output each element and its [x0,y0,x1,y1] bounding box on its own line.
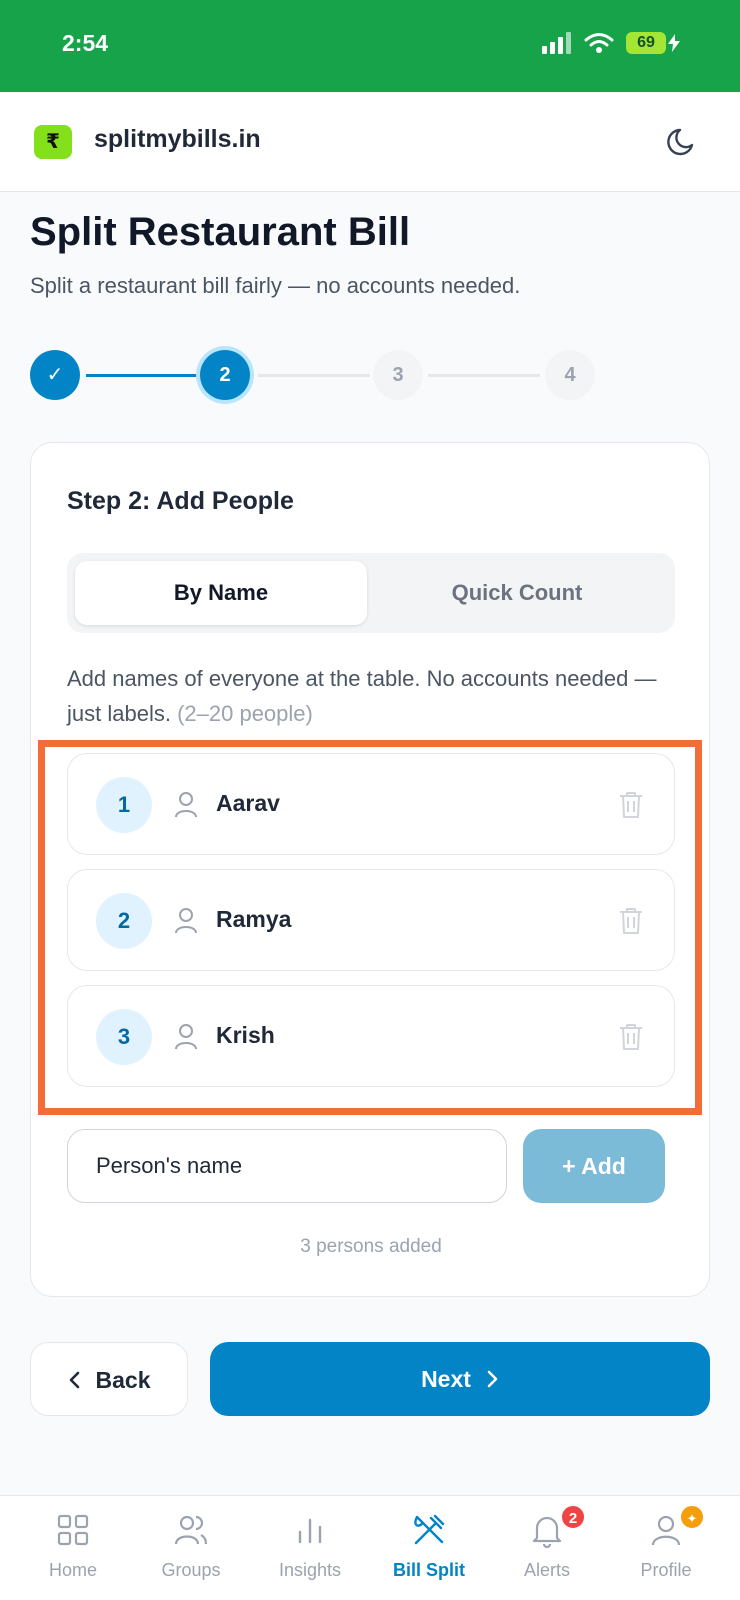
nav-insights[interactable]: Insights [251,1496,369,1600]
person-number: 3 [96,1009,152,1065]
step-3: 3 [373,350,423,400]
person-row: 1 Aarav [67,753,675,855]
person-icon [175,1024,197,1050]
nav-groups[interactable]: Groups [132,1496,250,1600]
nav-alerts[interactable]: 2 Alerts [488,1496,606,1600]
bottom-nav: Home Groups Insights Bill Split 2 Alerts [0,1495,740,1600]
trash-icon[interactable] [618,790,644,820]
alerts-badge: 2 [560,1504,586,1530]
next-button[interactable]: Next [210,1342,710,1416]
step-1-complete: ✓ [30,350,80,400]
back-button[interactable]: Back [30,1342,188,1416]
nav-label: Bill Split [393,1560,465,1580]
nav-label: Alerts [523,1560,570,1580]
chevron-right-icon [487,1370,498,1388]
grid-icon [57,1514,89,1546]
nav-label: Insights [278,1560,342,1580]
status-time: 2:54 [62,30,109,56]
person-number: 2 [96,893,152,949]
help-main: Add names of everyone at the table. No a… [67,666,657,726]
charging-icon [668,34,680,52]
wifi-icon [584,33,614,53]
step-4: 4 [545,350,595,400]
bar-chart-icon [298,1518,322,1544]
help-range: (2–20 people) [177,701,313,726]
chevron-left-icon [69,1371,79,1389]
nav-profile[interactable]: ✦ Profile [607,1496,725,1600]
status-bar: 2:54 69 [0,0,740,92]
nav-label: Home [48,1560,97,1580]
page-title: Split Restaurant Bill [30,210,411,254]
system-icons: 69 [542,32,680,54]
page-subtitle: Split a restaurant bill fairly — no acco… [30,273,521,298]
tab-by-name[interactable]: By Name [75,561,367,625]
site-name[interactable]: splitmybills.in [94,125,261,154]
moon-icon[interactable] [666,124,700,158]
nav-label: Groups [161,1560,221,1580]
person-row: 3 Krish [67,985,675,1087]
app-header: ₹ splitmybills.in [0,92,740,192]
progress-stepper: ✓ 2 3 4 [30,348,600,404]
trash-icon[interactable] [618,1022,644,1052]
add-people-card: Step 2: Add People By Name Quick Count A… [30,442,710,1297]
battery-level: 69 [626,32,666,54]
step-2-current: 2 [200,350,250,400]
person-icon [175,908,197,934]
mode-toggle: By Name Quick Count [67,553,675,633]
persons-count: 3 persons added [300,1236,442,1257]
person-name[interactable]: Krish [216,1022,275,1049]
help-text: Add names of everyone at the table. No a… [67,661,677,731]
step-connector [428,374,540,377]
next-label: Next [421,1366,471,1392]
back-label: Back [95,1367,151,1393]
tab-quick-count[interactable]: Quick Count [371,561,663,625]
person-name-input[interactable] [67,1129,507,1203]
sparkle-badge-icon: ✦ [679,1504,705,1530]
person-icon [175,792,197,818]
trash-icon[interactable] [618,906,644,936]
person-number: 1 [96,777,152,833]
nav-home[interactable]: Home [14,1496,132,1600]
fork-knife-icon [414,1514,445,1545]
card-title: Step 2: Add People [67,487,294,515]
person-row: 2 Ramya [67,869,675,971]
step-connector [258,374,370,377]
rupee-logo-icon[interactable]: ₹ [34,125,72,159]
nav-label: Profile [640,1560,692,1580]
add-person-button[interactable]: + Add [523,1129,665,1203]
nav-bill-split[interactable]: Bill Split [370,1496,488,1600]
users-icon [174,1515,208,1545]
battery-indicator: 69 [626,32,680,54]
signal-icon [542,32,571,54]
person-name[interactable]: Ramya [216,906,291,933]
person-name[interactable]: Aarav [216,790,280,817]
